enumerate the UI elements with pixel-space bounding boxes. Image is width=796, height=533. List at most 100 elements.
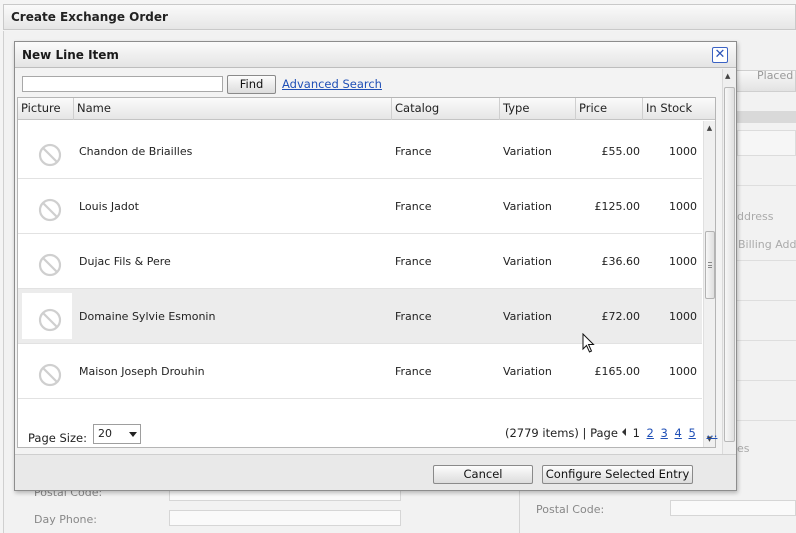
pager: Page Size: 20 (2779 items) | Page 1 2 3 …: [17, 416, 730, 450]
page-label: Page: [590, 426, 618, 440]
no-image-icon: [38, 308, 62, 332]
product-picture: [22, 238, 72, 284]
close-icon[interactable]: ✕: [712, 47, 728, 63]
no-image-icon: [38, 198, 62, 222]
table-row[interactable]: Dujac Fils & Pere France Variation £36.6…: [18, 234, 702, 289]
column-header-catalog[interactable]: Catalog: [392, 98, 500, 120]
row-catalog: France: [395, 145, 432, 158]
row-price: £165.00: [594, 365, 641, 378]
page-link-3[interactable]: 3: [661, 426, 668, 440]
row-name: Louis Jadot: [79, 200, 139, 213]
column-header-type[interactable]: Type: [500, 98, 576, 120]
row-stock: 1000: [669, 200, 697, 213]
background-bar: [737, 111, 796, 123]
table-row[interactable]: Domaine Sylvie Esmonin France Variation …: [18, 289, 702, 344]
product-picture: [22, 293, 72, 339]
page-size-select[interactable]: 20: [93, 424, 141, 444]
dialog-footer: Cancel Configure Selected Entry: [15, 454, 736, 490]
new-line-item-dialog: New Line Item ✕ Find Advanced Search Pic…: [14, 41, 737, 491]
background-divider: [737, 300, 796, 301]
background-divider: [737, 340, 796, 341]
background-divider: [737, 420, 796, 421]
search-input[interactable]: [22, 76, 223, 92]
window-title: Create Exchange Order: [11, 10, 168, 24]
row-stock: 1000: [669, 255, 697, 268]
dialog-title: New Line Item: [22, 48, 119, 62]
grid-scrollbar[interactable]: ▲ ▼: [703, 121, 715, 447]
column-header-in-stock[interactable]: In Stock: [643, 98, 715, 120]
find-button[interactable]: Find: [227, 75, 276, 94]
no-image-icon: [38, 253, 62, 277]
row-stock: 1000: [669, 310, 697, 323]
page-link-more[interactable]: ...: [706, 426, 717, 440]
no-image-icon: [38, 363, 62, 387]
scroll-up-arrow-icon[interactable]: ▲: [725, 72, 730, 80]
dialog-scrollbar-thumb[interactable]: [724, 87, 735, 442]
cancel-button[interactable]: Cancel: [433, 465, 533, 484]
column-header-price[interactable]: Price: [576, 98, 643, 120]
chevron-down-icon: [129, 432, 137, 437]
row-catalog: France: [395, 200, 432, 213]
row-name: Domaine Sylvie Esmonin: [79, 310, 216, 323]
background-box: [737, 130, 796, 156]
product-picture: [22, 128, 72, 174]
configure-selected-entry-button[interactable]: Configure Selected Entry: [542, 465, 693, 484]
row-type: Variation: [503, 255, 552, 268]
grid-body: Chandon de Briailles France Variation £5…: [18, 121, 702, 447]
row-stock: 1000: [669, 365, 697, 378]
product-picture: [22, 183, 72, 229]
row-price: £125.00: [594, 200, 641, 213]
no-image-icon: [38, 143, 62, 167]
current-page: 1: [632, 426, 640, 440]
day-phone-label: Day Phone:: [34, 513, 97, 526]
background-divider: [519, 491, 520, 533]
row-price: £36.60: [601, 255, 641, 268]
table-row[interactable]: Chandon de Briailles France Variation £5…: [18, 124, 702, 179]
page-link-2[interactable]: 2: [647, 426, 654, 440]
row-type: Variation: [503, 365, 552, 378]
background-divider: [737, 380, 796, 381]
row-type: Variation: [503, 200, 552, 213]
background-divider: [737, 260, 796, 261]
dialog-header: New Line Item ✕: [15, 42, 736, 68]
postal-code-label-right: Postal Code:: [536, 503, 605, 516]
pager-navigation: (2779 items) | Page 1 2 3 4 5 ...: [505, 426, 730, 440]
background-es-label: es: [737, 442, 750, 455]
advanced-search-link[interactable]: Advanced Search: [282, 77, 382, 91]
window-titlebar: Create Exchange Order: [3, 4, 796, 30]
row-name: Chandon de Briailles: [79, 145, 193, 158]
previous-page-icon[interactable]: [621, 428, 626, 436]
table-row[interactable]: Maison Joseph Drouhin France Variation £…: [18, 344, 702, 399]
column-header-picture[interactable]: Picture: [18, 98, 74, 120]
background-address-label: ddress: [737, 210, 774, 223]
row-type: Variation: [503, 310, 552, 323]
results-grid: Picture Name Catalog Type Price In Stock…: [17, 97, 716, 448]
dialog-scrollbar[interactable]: ▲: [722, 69, 736, 454]
mouse-cursor-icon: [582, 333, 595, 353]
row-type: Variation: [503, 145, 552, 158]
grip-icon: [708, 262, 712, 268]
row-catalog: France: [395, 255, 432, 268]
background-billing-label: Billing Add: [738, 238, 796, 251]
row-price: £72.00: [601, 310, 641, 323]
row-catalog: France: [395, 310, 432, 323]
row-stock: 1000: [669, 145, 697, 158]
row-name: Dujac Fils & Pere: [79, 255, 171, 268]
table-row[interactable]: Louis Jadot France Variation £125.00 100…: [18, 179, 702, 234]
page-size-label: Page Size:: [28, 431, 87, 445]
row-catalog: France: [395, 365, 432, 378]
grid-scrollbar-thumb[interactable]: [705, 231, 715, 299]
grid-header: Picture Name Catalog Type Price In Stock: [18, 98, 715, 120]
background-tab-label: Placed I: [757, 69, 796, 82]
pager-separator: |: [582, 426, 587, 440]
day-phone-field[interactable]: [169, 510, 401, 526]
page-link-5[interactable]: 5: [689, 426, 696, 440]
scroll-up-arrow-icon[interactable]: ▲: [704, 123, 715, 134]
row-price: £55.00: [601, 145, 641, 158]
postal-code-field-right[interactable]: [670, 500, 796, 516]
column-header-name[interactable]: Name: [74, 98, 392, 120]
product-picture: [22, 348, 72, 394]
page-link-4[interactable]: 4: [675, 426, 682, 440]
items-count: (2779 items): [505, 426, 579, 440]
page-size-value: 20: [98, 427, 112, 440]
